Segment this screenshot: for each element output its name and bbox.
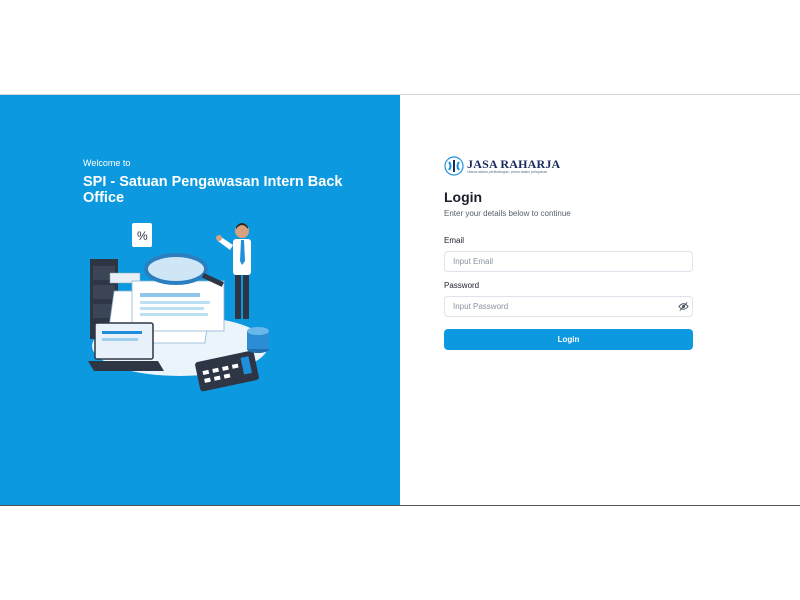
login-heading: Login xyxy=(444,189,483,205)
welcome-text: Welcome to xyxy=(83,158,131,168)
email-input[interactable] xyxy=(444,251,693,272)
audit-illustration: % xyxy=(88,223,269,392)
logo-name: JASA RAHARJA xyxy=(467,156,561,171)
app-title: SPI - Satuan Pengawasan Intern Back Offi… xyxy=(83,174,343,206)
jasa-raharja-logo-icon xyxy=(444,156,464,176)
welcome-panel: Welcome to SPI - Satuan Pengawasan Inter… xyxy=(0,95,400,505)
logo-tagline: Utama dalam perlindungan, prima dalam pe… xyxy=(467,169,548,174)
password-input[interactable] xyxy=(444,296,693,317)
svg-text:%: % xyxy=(137,229,148,243)
login-panel: JASA RAHARJA Utama dalam perlindungan, p… xyxy=(400,95,800,505)
login-button[interactable]: Login xyxy=(444,329,693,350)
login-subheading: Enter your details below to continue xyxy=(444,209,571,218)
email-label: Email xyxy=(444,236,465,245)
eye-off-icon[interactable] xyxy=(678,301,689,312)
company-logo: JASA RAHARJA Utama dalam perlindungan, p… xyxy=(444,156,560,176)
password-label: Password xyxy=(444,281,480,290)
login-page: Welcome to SPI - Satuan Pengawasan Inter… xyxy=(0,94,800,506)
